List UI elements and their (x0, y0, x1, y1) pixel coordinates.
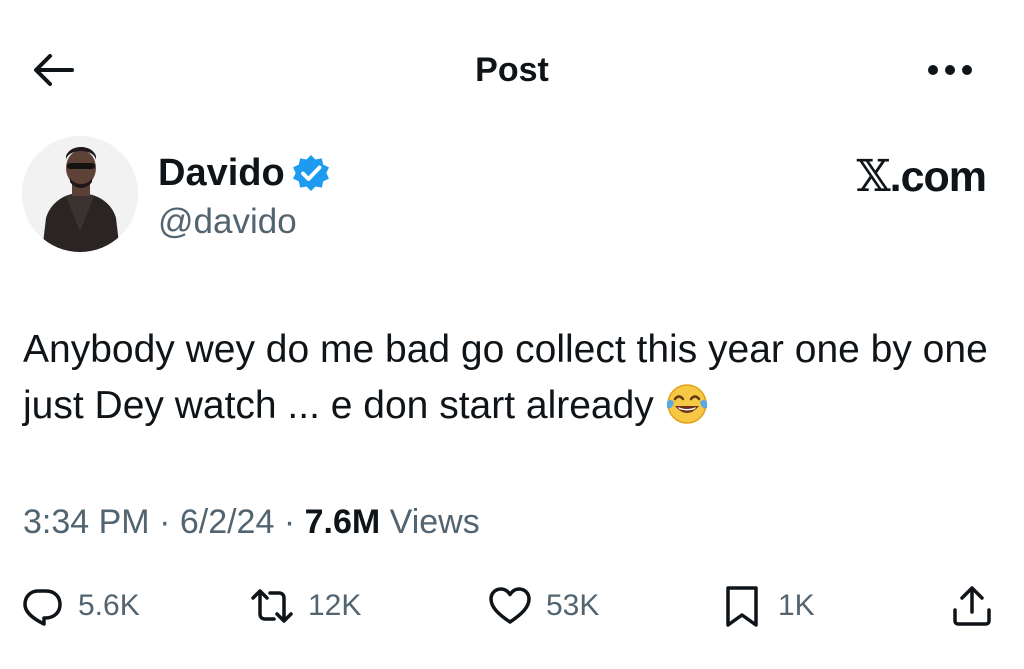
share-icon (950, 584, 994, 628)
tweet-time[interactable]: 3:34 PM (23, 503, 150, 541)
verified-badge-icon[interactable] (291, 153, 331, 193)
like-button[interactable]: 53K (488, 584, 599, 628)
author-name-row: Davido (158, 150, 331, 196)
share-button[interactable] (950, 584, 994, 628)
tweet-meta: 3:34 PM · 6/2/24 · 7.6M Views (23, 500, 480, 544)
reply-icon (20, 584, 64, 628)
retweet-count: 12K (308, 589, 362, 622)
meta-separator: · (149, 503, 180, 541)
tweet-date[interactable]: 6/2/24 (180, 503, 275, 541)
reply-count: 5.6K (78, 589, 140, 622)
tweet-text: Anybody wey do me bad go collect this ye… (23, 328, 988, 427)
brand-watermark: 𝕏.com (856, 151, 987, 202)
avatar[interactable] (22, 136, 138, 252)
views-label: Views (380, 503, 480, 541)
bookmark-icon (720, 584, 764, 628)
tweet-body: Anybody wey do me bad go collect this ye… (23, 322, 1008, 434)
author-name[interactable]: Davido (158, 150, 285, 196)
heart-icon (488, 584, 532, 628)
author-handle[interactable]: @davido (158, 201, 297, 243)
retweet-button[interactable]: 12K (250, 584, 361, 628)
bookmark-button[interactable]: 1K (720, 584, 815, 628)
like-count: 53K (546, 589, 600, 622)
bookmark-count: 1K (778, 589, 815, 622)
retweet-icon (250, 584, 294, 628)
reply-button[interactable]: 5.6K (20, 584, 140, 628)
views-count: 7.6M (304, 503, 381, 541)
page-title: Post (475, 51, 549, 89)
x-logo-icon: 𝕏 (856, 151, 890, 202)
more-options-ellipsis-icon[interactable] (922, 52, 978, 88)
face-with-tears-of-joy-icon (664, 380, 710, 426)
meta-separator: · (274, 503, 305, 541)
brand-suffix: .com (889, 153, 987, 201)
